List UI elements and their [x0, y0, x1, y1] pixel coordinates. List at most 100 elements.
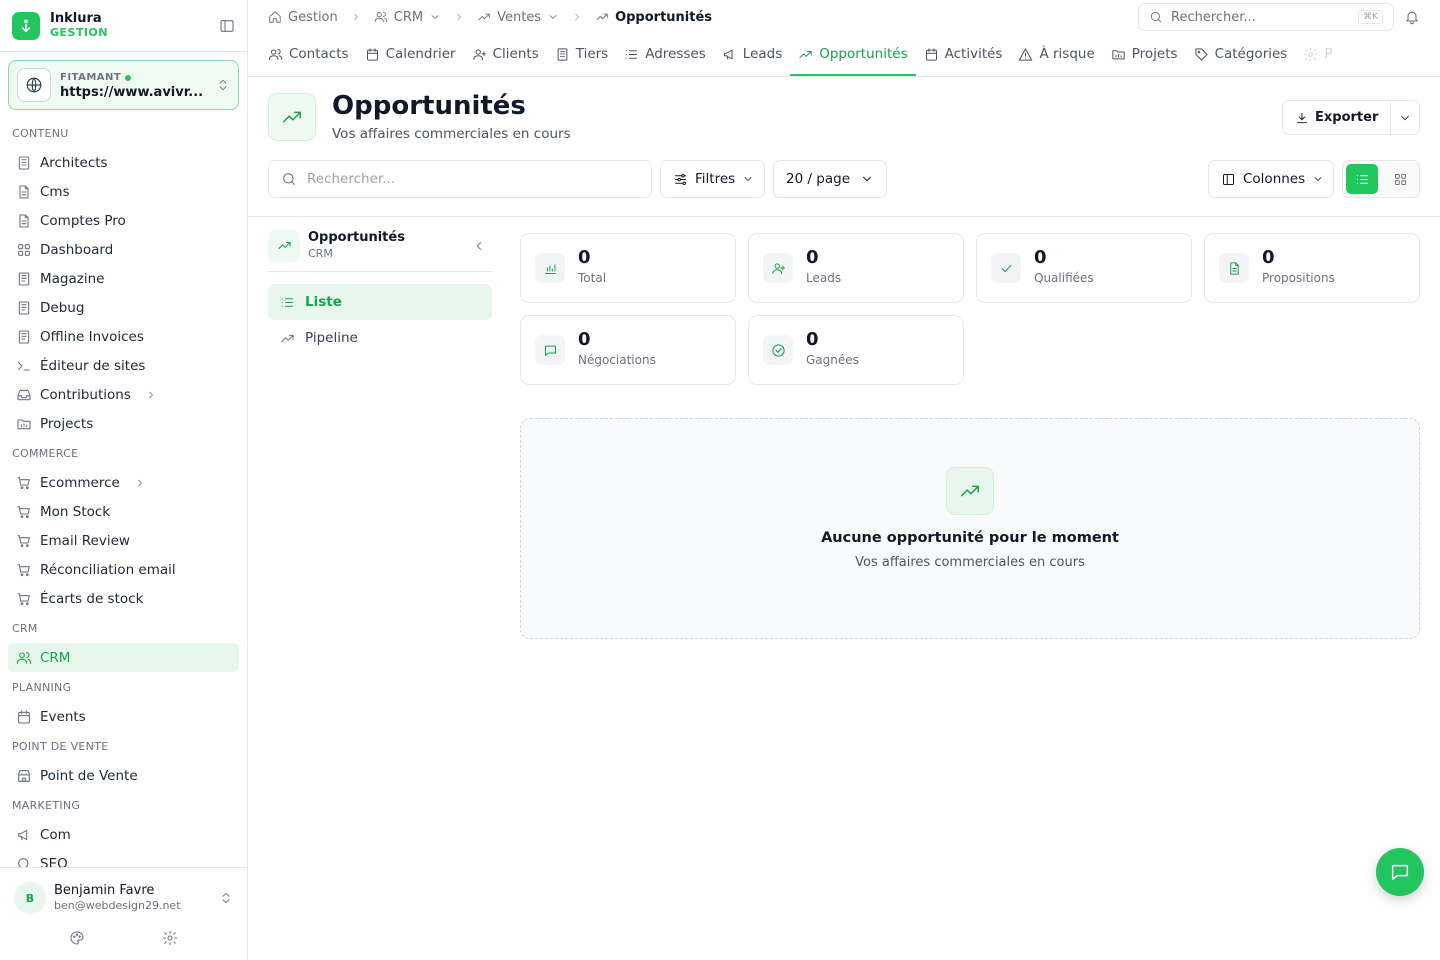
- sidebar-item-editeur-de-sites[interactable]: Éditeur de sites: [0, 351, 239, 380]
- search-icon: [1149, 10, 1163, 24]
- download-icon: [1295, 111, 1309, 125]
- sidebar-item-mon-stock[interactable]: Mon Stock: [0, 497, 239, 526]
- sidebar-nav: CONTENU Architects Cms Comptes Pro Dashboard…: [0, 118, 247, 868]
- user-menu[interactable]: B Benjamin Favre ben@webdesign29.net: [0, 868, 247, 914]
- check-icon: [991, 253, 1021, 283]
- sidebar-item-reconciliation-email[interactable]: Réconciliation email: [0, 555, 239, 584]
- tab-a-risque[interactable]: À risque: [1010, 34, 1102, 76]
- sidebar-item-debug[interactable]: Debug: [0, 293, 239, 322]
- chevron-down-icon[interactable]: [429, 11, 441, 23]
- sidebar-item-ecommerce[interactable]: Ecommerce: [0, 468, 239, 497]
- sidebar-item-label: Com: [40, 826, 71, 843]
- palette-icon[interactable]: [69, 930, 85, 946]
- stat-label: Négociations: [578, 353, 656, 367]
- sidebar-item-comptes-pro[interactable]: Comptes Pro: [0, 206, 239, 235]
- tab-activites[interactable]: Activités: [916, 34, 1011, 76]
- export-button[interactable]: Exporter: [1283, 101, 1392, 134]
- list-view-button[interactable]: [1346, 164, 1378, 194]
- sidebar-item-label: CRM: [40, 649, 71, 666]
- cart-icon: [16, 475, 32, 491]
- gear-icon: [1303, 47, 1318, 62]
- gear-icon[interactable]: [162, 930, 178, 946]
- empty-state-title: Aucune opportunité pour le moment: [821, 530, 1119, 546]
- breadcrumb: Gestion CRM Ventes Opportunités: [268, 10, 712, 25]
- sidebar-item-projects[interactable]: Projects: [0, 409, 239, 438]
- sidebar-item-seo[interactable]: SEO: [0, 849, 239, 868]
- global-search-input[interactable]: Rechercher... ⌘K: [1138, 3, 1394, 31]
- book-icon: [16, 300, 32, 316]
- chevron-left-icon[interactable]: [472, 239, 486, 253]
- nav-group-label: CONTENU: [12, 127, 69, 140]
- sidebar-item-offline-invoices[interactable]: Offline Invoices: [0, 322, 239, 351]
- export-menu-button[interactable]: [1391, 111, 1419, 125]
- filters-button[interactable]: Filtres: [660, 160, 765, 198]
- grid-view-button[interactable]: [1384, 164, 1416, 194]
- sidebar-item-label: Architects: [40, 154, 108, 171]
- subnav-item-label: Pipeline: [305, 330, 358, 346]
- bell-icon[interactable]: [1404, 9, 1420, 25]
- site-switcher[interactable]: FITAMANT https://www.avivr...: [8, 60, 239, 110]
- sidebar-item-architects[interactable]: Architects: [0, 148, 239, 177]
- tab-categories[interactable]: Catégories: [1186, 34, 1296, 76]
- breadcrumb-crm[interactable]: CRM: [394, 10, 423, 25]
- tab-contacts[interactable]: Contacts: [260, 34, 357, 76]
- sidebar-item-label: Dashboard: [40, 241, 114, 258]
- sidebar-item-com[interactable]: Com: [0, 820, 239, 849]
- sidebar-item-point-de-vente[interactable]: Point de Vente: [0, 761, 239, 790]
- stat-value: 0: [578, 329, 591, 350]
- breadcrumb-home[interactable]: Gestion: [288, 10, 338, 25]
- sidebar-item-email-review[interactable]: Email Review: [0, 526, 239, 555]
- trending-up-icon: [798, 47, 813, 62]
- brand: Inklura GESTION: [0, 0, 247, 52]
- sidebar-item-crm[interactable]: CRM: [8, 643, 239, 672]
- section-subnav: Opportunités CRM Liste Pipeline: [268, 229, 492, 356]
- tab-projets[interactable]: Projets: [1103, 34, 1186, 76]
- chat-button[interactable]: [1376, 848, 1424, 896]
- page-title: Opportunités: [332, 91, 526, 121]
- cart-icon: [16, 504, 32, 520]
- tab-leads[interactable]: Leads: [714, 34, 790, 76]
- tab-calendrier[interactable]: Calendrier: [357, 34, 464, 76]
- tab-label: Leads: [742, 46, 783, 62]
- nav-group-label: PLANNING: [12, 681, 72, 694]
- view-toggle: [1342, 160, 1420, 198]
- breadcrumb-ventes[interactable]: Ventes: [497, 10, 541, 25]
- columns-button[interactable]: Colonnes: [1208, 160, 1334, 198]
- breadcrumb-current: Opportunités: [615, 9, 713, 25]
- page-size-select[interactable]: 20 / page: [773, 160, 887, 198]
- brand-logo-icon[interactable]: [12, 11, 40, 40]
- sidebar-item-magazine[interactable]: Magazine: [0, 264, 239, 293]
- sidebar-item-dashboard[interactable]: Dashboard: [0, 235, 239, 264]
- subnav-item-pipeline[interactable]: Pipeline: [268, 320, 492, 356]
- stat-label: Gagnées: [806, 353, 859, 367]
- stat-value: 0: [806, 329, 819, 350]
- sidebar-item-ecarts-de-stock[interactable]: Écarts de stock: [0, 584, 239, 613]
- tab-adresses[interactable]: Adresses: [616, 34, 714, 76]
- sidebar-item-label: Contributions: [40, 386, 131, 403]
- chevron-right-icon: [145, 389, 157, 401]
- tab-label: Clients: [492, 46, 539, 62]
- chevron-down-icon[interactable]: [547, 11, 559, 23]
- subnav-item-liste[interactable]: Liste: [268, 284, 492, 320]
- tab-label: Activités: [944, 46, 1003, 62]
- user-name: Benjamin Favre: [54, 883, 155, 898]
- grid-icon: [1393, 172, 1408, 187]
- user-plus-icon: [763, 253, 793, 283]
- chevron-right-icon: [134, 477, 146, 489]
- list-icon: [1355, 172, 1370, 187]
- sidebar-toggle-icon[interactable]: [219, 18, 235, 34]
- sidebar-item-cms[interactable]: Cms: [0, 177, 239, 206]
- tab-opportunites[interactable]: Opportunités: [790, 34, 916, 76]
- sidebar-item-contributions[interactable]: Contributions: [0, 380, 239, 409]
- tab-label: Opportunités: [819, 46, 908, 62]
- tab-tiers[interactable]: Tiers: [547, 34, 616, 76]
- tab-p[interactable]: P: [1295, 34, 1340, 76]
- tab-label: Catégories: [1214, 46, 1288, 62]
- search-input[interactable]: Rechercher...: [268, 160, 652, 198]
- sidebar-item-events[interactable]: Events: [0, 702, 239, 731]
- tab-clients[interactable]: Clients: [464, 34, 547, 76]
- tab-label: Projets: [1131, 46, 1178, 62]
- trending-up-icon: [946, 467, 994, 515]
- trending-up-icon: [268, 93, 316, 141]
- tab-label: Calendrier: [385, 46, 456, 62]
